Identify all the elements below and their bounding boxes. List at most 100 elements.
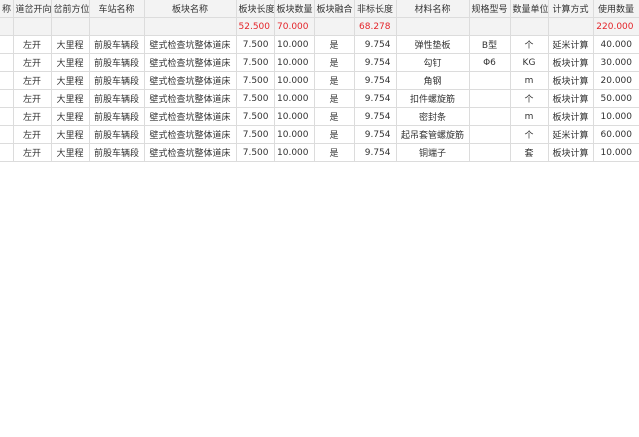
front-direction-cell[interactable]: 大里程 [51, 143, 90, 162]
unit-cell[interactable]: m [510, 107, 549, 126]
unit-cell[interactable]: 个 [510, 125, 549, 144]
table-row[interactable]: 左开 大里程 前股车辆段 壁式检查坑整体道床 7.500 10.000 是 9.… [0, 107, 639, 126]
nonstd-length-cell[interactable]: 9.754 [354, 143, 397, 162]
front-direction-cell[interactable]: 大里程 [51, 125, 90, 144]
column-header[interactable]: 称 [0, 0, 14, 18]
block-count-cell[interactable]: 10.000 [274, 107, 315, 126]
block-merge-cell[interactable]: 是 [314, 125, 355, 144]
block-merge-cell[interactable]: 是 [314, 35, 355, 54]
calc-method-cell[interactable]: 板块计算 [548, 89, 594, 108]
turnout-direction-cell[interactable]: 左开 [13, 143, 52, 162]
column-header[interactable]: 使用数量 [593, 0, 639, 18]
turnout-direction-cell[interactable]: 左开 [13, 89, 52, 108]
nonstd-length-cell[interactable]: 9.754 [354, 53, 397, 72]
usage-qty-cell[interactable]: 10.000 [593, 143, 639, 162]
block-count-cell[interactable]: 10.000 [274, 89, 315, 108]
station-name-cell[interactable]: 前股车辆段 [89, 89, 145, 108]
station-name-cell[interactable]: 前股车辆段 [89, 71, 145, 90]
column-header[interactable]: 材料名称 [396, 0, 470, 18]
column-header[interactable]: 板块长度 [236, 0, 275, 18]
usage-qty-cell[interactable]: 30.000 [593, 53, 639, 72]
block-count-cell[interactable]: 10.000 [274, 71, 315, 90]
turnout-direction-cell[interactable]: 左开 [13, 125, 52, 144]
block-name-cell[interactable]: 壁式检查坑整体道床 [144, 53, 237, 72]
usage-qty-cell[interactable]: 20.000 [593, 71, 639, 90]
spec-model-cell[interactable] [469, 71, 511, 90]
column-header[interactable]: 计算方式 [548, 0, 594, 18]
nonstd-length-cell[interactable]: 9.754 [354, 35, 397, 54]
nonstd-length-cell[interactable]: 9.754 [354, 125, 397, 144]
block-length-cell[interactable]: 7.500 [236, 53, 275, 72]
station-name-cell[interactable]: 前股车辆段 [89, 125, 145, 144]
block-count-cell[interactable]: 10.000 [274, 125, 315, 144]
calc-method-cell[interactable]: 板块计算 [548, 107, 594, 126]
station-name-cell[interactable]: 前股车辆段 [89, 35, 145, 54]
unit-cell[interactable]: 个 [510, 89, 549, 108]
calc-method-cell[interactable]: 板块计算 [548, 53, 594, 72]
row-cell-clipped[interactable] [0, 89, 14, 108]
row-cell-clipped[interactable] [0, 125, 14, 144]
table-row[interactable]: 左开 大里程 前股车辆段 壁式检查坑整体道床 7.500 10.000 是 9.… [0, 125, 639, 144]
unit-cell[interactable]: m [510, 71, 549, 90]
material-name-cell[interactable]: 角钢 [396, 71, 470, 90]
row-cell-clipped[interactable] [0, 53, 14, 72]
block-length-cell[interactable]: 7.500 [236, 143, 275, 162]
material-name-cell[interactable]: 密封条 [396, 107, 470, 126]
row-cell-clipped[interactable] [0, 35, 14, 54]
column-header[interactable]: 规格型号 [469, 0, 511, 18]
station-name-cell[interactable]: 前股车辆段 [89, 143, 145, 162]
unit-cell[interactable]: 个 [510, 35, 549, 54]
station-name-cell[interactable]: 前股车辆段 [89, 107, 145, 126]
turnout-direction-cell[interactable]: 左开 [13, 107, 52, 126]
block-length-cell[interactable]: 7.500 [236, 35, 275, 54]
calc-method-cell[interactable]: 延米计算 [548, 125, 594, 144]
usage-qty-cell[interactable]: 40.000 [593, 35, 639, 54]
block-name-cell[interactable]: 壁式检查坑整体道床 [144, 89, 237, 108]
unit-cell[interactable]: 套 [510, 143, 549, 162]
table-row[interactable]: 左开 大里程 前股车辆段 壁式检查坑整体道床 7.500 10.000 是 9.… [0, 89, 639, 108]
block-length-cell[interactable]: 7.500 [236, 89, 275, 108]
column-header[interactable]: 数量单位 [510, 0, 549, 18]
block-merge-cell[interactable]: 是 [314, 71, 355, 90]
spec-model-cell[interactable] [469, 125, 511, 144]
column-header[interactable]: 非标长度 [354, 0, 397, 18]
block-name-cell[interactable]: 壁式检查坑整体道床 [144, 143, 237, 162]
material-name-cell[interactable]: 扣件螺旋筋 [396, 89, 470, 108]
turnout-direction-cell[interactable]: 左开 [13, 71, 52, 90]
block-count-cell[interactable]: 10.000 [274, 143, 315, 162]
block-merge-cell[interactable]: 是 [314, 53, 355, 72]
table-row[interactable]: 左开 大里程 前股车辆段 壁式检查坑整体道床 7.500 10.000 是 9.… [0, 71, 639, 90]
block-name-cell[interactable]: 壁式检查坑整体道床 [144, 107, 237, 126]
material-name-cell[interactable]: 弹性垫板 [396, 35, 470, 54]
block-merge-cell[interactable]: 是 [314, 143, 355, 162]
column-header[interactable]: 道岔开向 [13, 0, 52, 18]
spec-model-cell[interactable] [469, 89, 511, 108]
material-name-cell[interactable]: 起吊套管螺旋筋 [396, 125, 470, 144]
material-name-cell[interactable]: 铜端子 [396, 143, 470, 162]
table-row[interactable]: 左开 大里程 前股车辆段 壁式检查坑整体道床 7.500 10.000 是 9.… [0, 143, 639, 162]
spec-model-cell[interactable]: Φ6 [469, 53, 511, 72]
spec-model-cell[interactable]: B型 [469, 35, 511, 54]
block-merge-cell[interactable]: 是 [314, 89, 355, 108]
table-row[interactable]: 左开 大里程 前股车辆段 壁式检查坑整体道床 7.500 10.000 是 9.… [0, 53, 639, 72]
block-length-cell[interactable]: 7.500 [236, 71, 275, 90]
column-header[interactable]: 板块数量 [274, 0, 315, 18]
table-row[interactable]: 左开 大里程 前股车辆段 壁式检查坑整体道床 7.500 10.000 是 9.… [0, 35, 639, 54]
calc-method-cell[interactable]: 延米计算 [548, 35, 594, 54]
block-length-cell[interactable]: 7.500 [236, 125, 275, 144]
usage-qty-cell[interactable]: 50.000 [593, 89, 639, 108]
usage-qty-cell[interactable]: 10.000 [593, 107, 639, 126]
front-direction-cell[interactable]: 大里程 [51, 107, 90, 126]
column-header[interactable]: 岔前方位 [51, 0, 90, 18]
front-direction-cell[interactable]: 大里程 [51, 89, 90, 108]
turnout-direction-cell[interactable]: 左开 [13, 35, 52, 54]
row-cell-clipped[interactable] [0, 107, 14, 126]
spec-model-cell[interactable] [469, 107, 511, 126]
unit-cell[interactable]: KG [510, 53, 549, 72]
row-cell-clipped[interactable] [0, 143, 14, 162]
block-name-cell[interactable]: 壁式检查坑整体道床 [144, 71, 237, 90]
column-header[interactable]: 板块融合 [314, 0, 355, 18]
column-header[interactable]: 车站名称 [89, 0, 145, 18]
material-name-cell[interactable]: 勾钉 [396, 53, 470, 72]
front-direction-cell[interactable]: 大里程 [51, 35, 90, 54]
